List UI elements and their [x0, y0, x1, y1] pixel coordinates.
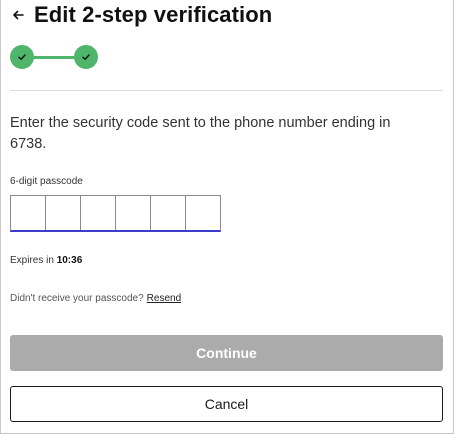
- passcode-digit-1[interactable]: [11, 196, 46, 230]
- passcode-input-group: [10, 195, 221, 232]
- header: Edit 2-step verification: [10, 0, 272, 30]
- divider: [10, 90, 443, 91]
- passcode-digit-6[interactable]: [186, 196, 220, 230]
- continue-button[interactable]: Continue: [10, 335, 443, 371]
- cancel-button[interactable]: Cancel: [10, 386, 443, 422]
- passcode-label: 6-digit passcode: [10, 176, 83, 187]
- arrow-left-icon: [13, 10, 24, 20]
- step-1-complete: [10, 45, 34, 69]
- expiry-prefix: Expires in: [10, 255, 54, 266]
- resend-link[interactable]: Resend: [147, 293, 181, 304]
- resend-row: Didn't receive your passcode? Resend: [10, 293, 181, 304]
- back-button[interactable]: [10, 7, 26, 23]
- instructions-text: Enter the security code sent to the phon…: [10, 115, 391, 152]
- passcode-digit-3[interactable]: [81, 196, 116, 230]
- checkmark-icon: [18, 54, 26, 60]
- passcode-digit-5[interactable]: [151, 196, 186, 230]
- expiry-text: Expires in 10:36: [10, 255, 82, 266]
- page-title: Edit 2-step verification: [34, 2, 273, 27]
- passcode-digit-4[interactable]: [116, 196, 151, 230]
- step-2-complete: [74, 45, 98, 69]
- stepper-connector: [32, 56, 76, 59]
- progress-stepper: [10, 45, 102, 71]
- checkmark-icon: [82, 54, 90, 60]
- expiry-countdown: 10:36: [56, 255, 83, 266]
- resend-question: Didn't receive your passcode?: [10, 293, 144, 304]
- passcode-digit-2[interactable]: [46, 196, 81, 230]
